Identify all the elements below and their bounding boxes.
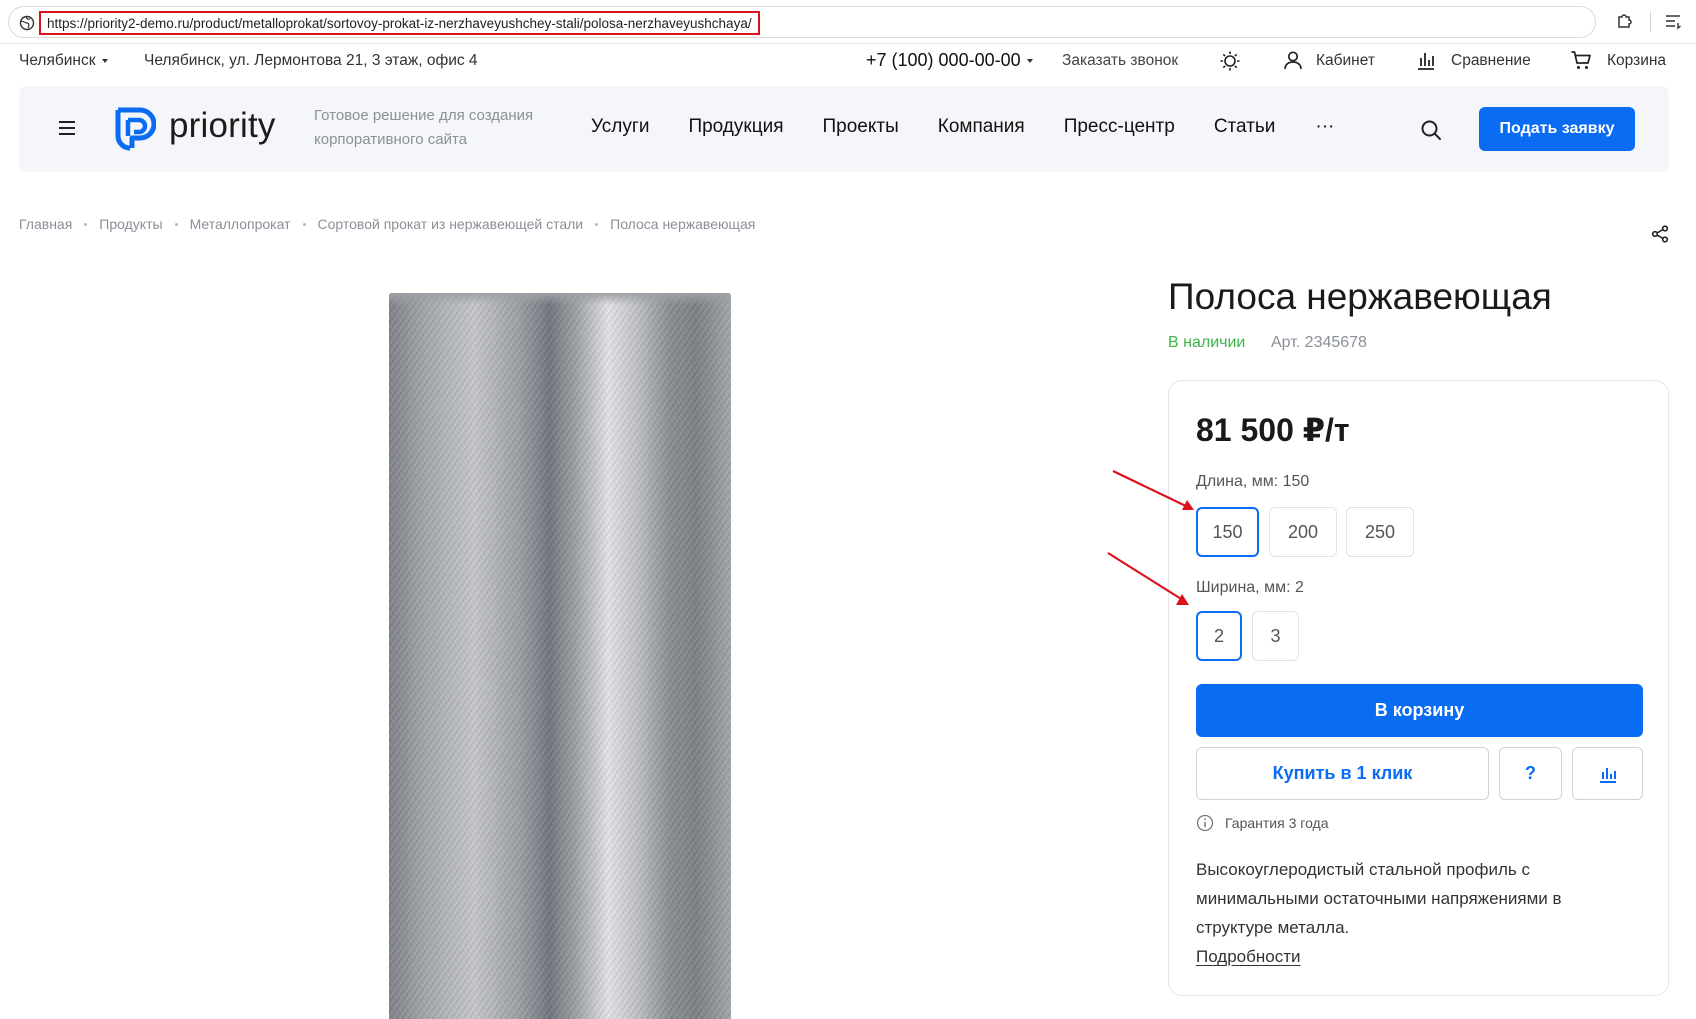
hamburger-menu-icon[interactable] (56, 117, 78, 139)
info-icon (1196, 814, 1214, 832)
top-info-bar: Челябинск Челябинск, ул. Лермонтова 21, … (0, 44, 1696, 80)
cabinet-link[interactable]: Кабинет (1316, 52, 1375, 70)
details-link[interactable]: Подробности (1196, 947, 1301, 967)
width-label: Ширина, мм: 2 (1196, 579, 1304, 596)
caret-down-icon (101, 58, 108, 63)
ask-question-button[interactable]: ? (1499, 747, 1562, 800)
phone-label: +7 (100) 000-00-00 (866, 50, 1021, 70)
nav-more-button[interactable]: ··· (1315, 116, 1334, 138)
width-option-3[interactable]: 3 (1252, 611, 1299, 661)
product-title: Полоса нержавеющая (1168, 276, 1552, 317)
breadcrumb-stainless[interactable]: Сортовой прокат из нержавеющей стали (318, 216, 584, 232)
cart-icon[interactable] (1570, 49, 1592, 71)
width-option-2[interactable]: 2 (1196, 611, 1242, 661)
warranty-text: Гарантия 3 года (1225, 815, 1329, 831)
nav-item-articles[interactable]: Статьи (1214, 116, 1276, 138)
compare-chart-icon (1599, 767, 1616, 783)
length-option-150[interactable]: 150 (1196, 507, 1259, 557)
user-icon[interactable] (1282, 49, 1304, 71)
address-bar[interactable]: https://priority2-demo.ru/product/metall… (8, 6, 1596, 38)
site-tagline: Готовое решение для создания корпоративн… (314, 107, 534, 148)
priority-logo-icon[interactable] (114, 106, 156, 152)
add-to-compare-button[interactable] (1572, 747, 1643, 800)
product-image[interactable] (389, 293, 731, 1019)
annotation-arrow-icon (1112, 470, 1194, 510)
submit-request-button[interactable]: Подать заявку (1479, 107, 1635, 151)
buy-one-click-button[interactable]: Купить в 1 клик (1196, 747, 1489, 800)
nav-item-press[interactable]: Пресс-центр (1064, 116, 1175, 138)
share-icon[interactable] (1650, 224, 1670, 244)
browser-menu-icon[interactable] (1662, 10, 1684, 32)
product-sku: Арт. 2345678 (1271, 334, 1367, 351)
product-price: 81 500 ₽/т (1196, 412, 1350, 448)
city-selector[interactable]: Челябинск (19, 52, 108, 70)
length-option-250[interactable]: 250 (1346, 507, 1414, 557)
browser-toolbar: https://priority2-demo.ru/product/metall… (0, 0, 1696, 44)
breadcrumb-products[interactable]: Продукты (99, 216, 162, 232)
add-to-cart-button[interactable]: В корзину (1196, 684, 1643, 737)
callback-link[interactable]: Заказать звонок (1062, 52, 1178, 70)
phone-number[interactable]: +7 (100) 000-00-00 (866, 50, 1033, 71)
compare-link[interactable]: Сравнение (1451, 52, 1531, 70)
breadcrumb: Главная Продукты Металлопрокат Сортовой … (19, 216, 755, 232)
breadcrumb-home[interactable]: Главная (19, 216, 72, 232)
cart-link[interactable]: Корзина (1607, 52, 1666, 70)
caret-down-icon (1026, 59, 1033, 64)
purchase-card: 81 500 ₽/т Длина, мм: 150 150 200 250 Ши… (1168, 380, 1669, 996)
extensions-icon[interactable] (1614, 10, 1636, 32)
search-icon[interactable] (1419, 118, 1443, 142)
stock-status: В наличии (1168, 334, 1246, 351)
nav-item-company[interactable]: Компания (938, 116, 1025, 138)
nav-item-services[interactable]: Услуги (591, 116, 649, 138)
office-address: Челябинск, ул. Лермонтова 21, 3 этаж, оф… (144, 52, 478, 69)
nav-item-products[interactable]: Продукция (688, 116, 783, 138)
nav-item-projects[interactable]: Проекты (823, 116, 899, 138)
product-description: Высокоуглеродистый стальной профиль с ми… (1196, 860, 1562, 937)
logo-text[interactable]: priority (169, 106, 276, 146)
main-nav: Услуги Продукция Проекты Компания Пресс-… (591, 116, 1373, 138)
image-edge-highlight (389, 293, 731, 305)
site-header: priority Готовое решение для создания ко… (19, 86, 1669, 172)
url-text[interactable]: https://priority2-demo.ru/product/metall… (39, 11, 760, 35)
length-option-200[interactable]: 200 (1269, 507, 1337, 557)
sun-icon[interactable] (1219, 50, 1241, 72)
breadcrumb-metal[interactable]: Металлопрокат (190, 216, 291, 232)
site-info-icon[interactable] (19, 15, 35, 31)
breadcrumb-separator (174, 223, 178, 226)
breadcrumb-current: Полоса нержавеющая (610, 216, 756, 232)
breadcrumb-separator (84, 223, 88, 226)
city-label: Челябинск (19, 52, 96, 69)
length-label: Длина, мм: 150 (1196, 473, 1310, 490)
toolbar-divider (1650, 12, 1651, 32)
breadcrumb-separator (302, 223, 306, 226)
breadcrumb-separator (595, 223, 599, 226)
annotation-arrow-icon (1107, 552, 1189, 605)
compare-chart-icon[interactable] (1415, 49, 1437, 71)
